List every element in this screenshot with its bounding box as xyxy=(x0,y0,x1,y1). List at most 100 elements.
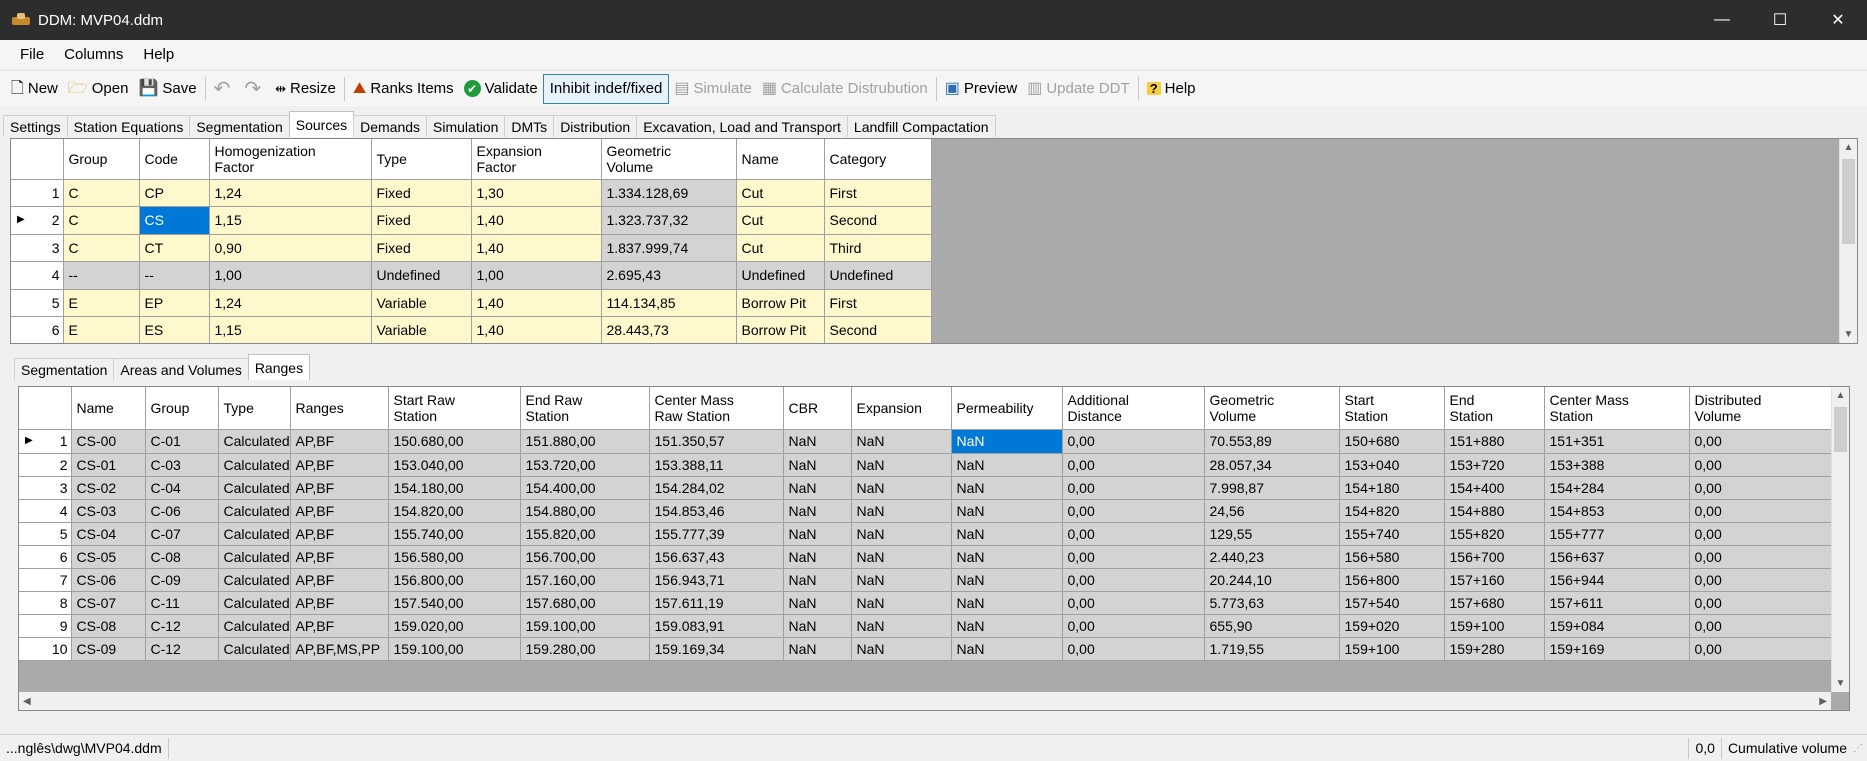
cell[interactable]: CS-08 xyxy=(71,614,146,638)
tab-station-equations[interactable]: Station Equations xyxy=(66,115,191,137)
cell[interactable]: 153.720,00 xyxy=(520,453,650,477)
cell[interactable]: 0,00 xyxy=(1689,545,1835,569)
column-header[interactable]: Expansion Factor xyxy=(471,139,602,180)
cell[interactable]: 157+680 xyxy=(1444,591,1545,615)
cell[interactable]: CP xyxy=(139,179,210,207)
cell[interactable]: NaN xyxy=(951,476,1063,500)
cell[interactable]: 159+169 xyxy=(1544,637,1690,661)
cell[interactable]: 159+100 xyxy=(1444,614,1545,638)
row-header[interactable]: 6 xyxy=(11,316,64,343)
cell[interactable]: CS-09 xyxy=(71,637,146,661)
cell[interactable]: 0,00 xyxy=(1062,499,1205,523)
cell[interactable]: 0,00 xyxy=(1689,453,1835,477)
cell[interactable]: NaN xyxy=(783,522,852,546)
cell[interactable]: EP xyxy=(139,289,210,317)
cell[interactable]: First xyxy=(824,289,932,317)
table-row[interactable]: 8 CS-07 C-11 Calculated AP,BF 157.540,00 157.6… xyxy=(19,591,1835,615)
cell[interactable]: AP,BF xyxy=(290,591,389,615)
cell[interactable]: 157+540 xyxy=(1339,591,1445,615)
cell[interactable]: NaN xyxy=(851,568,952,592)
cell[interactable]: -- xyxy=(63,261,140,290)
cell[interactable]: C-03 xyxy=(145,453,219,477)
cell[interactable]: 1.837.999,74 xyxy=(601,234,737,262)
cell[interactable]: Calculated xyxy=(218,499,291,523)
cell[interactable]: AP,BF xyxy=(290,545,389,569)
cell[interactable]: 1,24 xyxy=(209,289,372,317)
table-row[interactable]: 1 C CP 1,24 Fixed 1,30 1.334.128,69 Cut … xyxy=(11,179,932,207)
save-button[interactable]: 💾 Save xyxy=(133,75,201,103)
cell[interactable]: CS-03 xyxy=(71,499,146,523)
open-button[interactable]: 🗁 Open xyxy=(63,75,134,103)
column-header[interactable]: Distributed Volume xyxy=(1689,387,1835,430)
cell[interactable]: C-08 xyxy=(145,545,219,569)
cell[interactable]: NaN xyxy=(783,591,852,615)
cell[interactable]: 2.440,23 xyxy=(1204,545,1340,569)
cell[interactable]: Second xyxy=(824,316,932,343)
cell[interactable]: 1,40 xyxy=(471,316,602,343)
column-header[interactable]: Category xyxy=(824,139,932,180)
tab-simulation[interactable]: Simulation xyxy=(426,115,506,137)
cell[interactable]: E xyxy=(63,316,140,343)
cell[interactable]: 156+944 xyxy=(1544,568,1690,592)
cell[interactable]: NaN xyxy=(851,430,952,454)
column-header[interactable]: Homogenization Factor xyxy=(209,139,372,180)
cell[interactable]: 159+100 xyxy=(1339,637,1445,661)
cell[interactable]: NaN xyxy=(951,499,1063,523)
preview-button[interactable]: ▣ Preview xyxy=(940,75,1022,103)
column-header[interactable]: Permeability xyxy=(951,387,1063,430)
table-row[interactable]: 3 C CT 0,90 Fixed 1,40 1.837.999,74 Cut … xyxy=(11,234,932,262)
cell[interactable]: 151+880 xyxy=(1444,430,1545,454)
cell[interactable]: AP,BF xyxy=(290,430,389,454)
cell[interactable]: 154.284,02 xyxy=(649,476,784,500)
column-header[interactable]: Type xyxy=(218,387,291,430)
cell[interactable]: 1,15 xyxy=(209,316,372,343)
scroll-down-icon[interactable]: ▼ xyxy=(1832,675,1849,692)
tab-settings[interactable]: Settings xyxy=(3,115,68,137)
row-header[interactable]: 7 xyxy=(19,568,72,592)
cell[interactable]: 153.040,00 xyxy=(388,453,521,477)
cell[interactable]: Calculated xyxy=(218,476,291,500)
cell[interactable]: 28.057,34 xyxy=(1204,453,1340,477)
minimize-button[interactable]: — xyxy=(1693,0,1751,40)
cell[interactable]: 155.820,00 xyxy=(520,522,650,546)
cell[interactable]: CT xyxy=(139,234,210,262)
tab-distribution[interactable]: Distribution xyxy=(553,115,638,137)
cell[interactable]: AP,BF xyxy=(290,476,389,500)
cell[interactable]: 114.134,85 xyxy=(601,289,737,317)
inhibit-indef-fixed-toggle[interactable]: Inhibit indef/fixed xyxy=(542,73,670,104)
cell[interactable]: 0,00 xyxy=(1062,545,1205,569)
cell[interactable]: 0,00 xyxy=(1062,430,1205,454)
cell[interactable]: NaN xyxy=(783,476,852,500)
cell[interactable]: 0,00 xyxy=(1689,568,1835,592)
scroll-right-icon[interactable]: ▶ xyxy=(1819,696,1827,707)
row-header[interactable]: 5 xyxy=(19,522,72,546)
cell[interactable]: AP,BF xyxy=(290,499,389,523)
cell[interactable]: 1,15 xyxy=(209,206,372,235)
cell[interactable]: 159.169,34 xyxy=(649,637,784,661)
table-row[interactable]: 6 CS-05 C-08 Calculated AP,BF 156.580,00 156.7… xyxy=(19,545,1835,569)
cell[interactable]: NaN xyxy=(783,568,852,592)
row-header[interactable]: 5 xyxy=(11,289,64,317)
tab-excavation[interactable]: Excavation, Load and Transport xyxy=(636,115,848,137)
cell[interactable]: ES xyxy=(139,316,210,343)
column-header[interactable]: Center Mass Station xyxy=(1544,387,1690,430)
close-button[interactable]: ✕ xyxy=(1809,0,1867,40)
cell[interactable]: AP,BF xyxy=(290,568,389,592)
scroll-left-icon[interactable]: ◀ xyxy=(23,696,31,707)
cell[interactable]: NaN xyxy=(851,545,952,569)
cell[interactable]: 1,00 xyxy=(471,261,602,290)
cell[interactable]: 0,00 xyxy=(1062,637,1205,661)
cell[interactable]: 0,00 xyxy=(1062,453,1205,477)
cell[interactable]: Cut xyxy=(736,179,825,207)
tab-segmentation[interactable]: Segmentation xyxy=(189,115,290,137)
cell[interactable]: NaN xyxy=(783,637,852,661)
cell[interactable]: 155.777,39 xyxy=(649,522,784,546)
cell[interactable]: C xyxy=(63,234,140,262)
row-header[interactable]: 9 xyxy=(19,614,72,638)
cell[interactable]: C-09 xyxy=(145,568,219,592)
cell[interactable]: Undefined xyxy=(824,261,932,290)
cell[interactable]: NaN xyxy=(783,430,852,454)
cell[interactable]: 1.334.128,69 xyxy=(601,179,737,207)
table-row[interactable]: 6 E ES 1,15 Variable 1,40 28.443,73 Borr… xyxy=(11,316,932,343)
cell[interactable]: Cut xyxy=(736,234,825,262)
